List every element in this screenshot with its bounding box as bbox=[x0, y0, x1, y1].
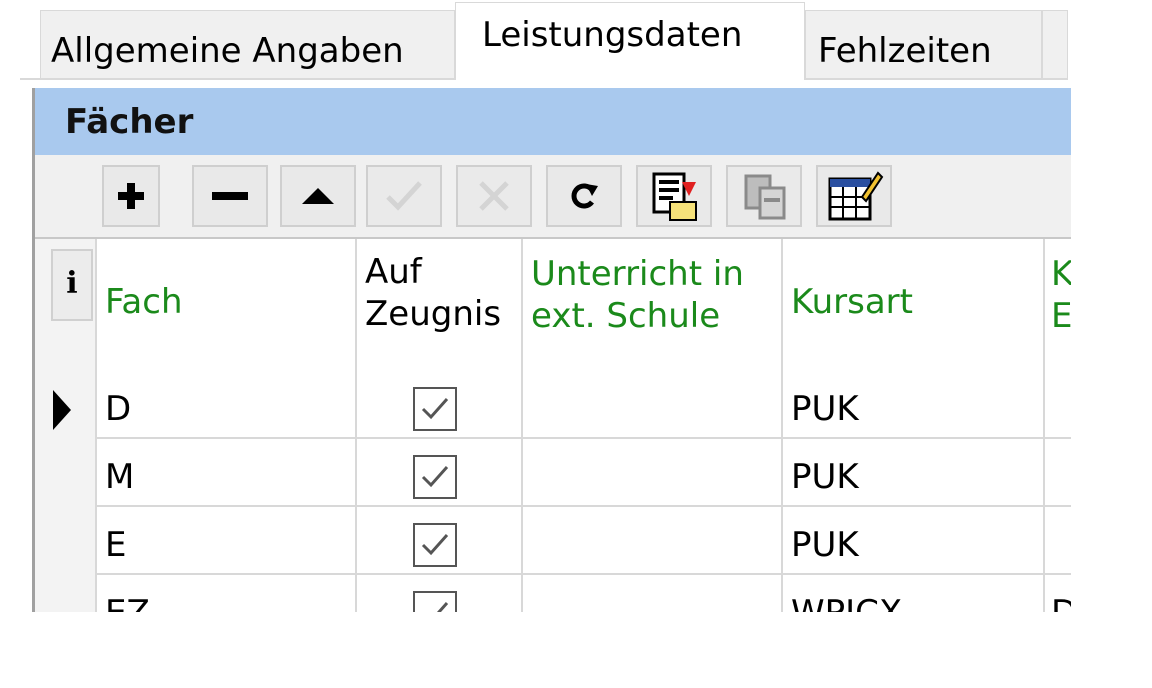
plus-icon bbox=[118, 183, 144, 209]
row-divider bbox=[95, 505, 1071, 507]
tab-allgemeine-angaben[interactable]: Allgemeine Angaben bbox=[40, 10, 455, 78]
column-header-truncated[interactable]: K E bbox=[1051, 239, 1071, 367]
cell-fach[interactable]: D bbox=[105, 389, 131, 429]
row-divider bbox=[95, 573, 1071, 575]
auf-zeugnis-checkbox[interactable] bbox=[413, 523, 457, 567]
edit-table-button[interactable] bbox=[816, 165, 892, 227]
info-button[interactable]: i bbox=[51, 249, 93, 321]
column-header-auf-zeugnis[interactable]: Auf Zeugnis bbox=[365, 239, 525, 367]
cell-kursart[interactable]: PUK bbox=[791, 389, 859, 429]
check-icon bbox=[424, 602, 449, 612]
refresh-button[interactable] bbox=[546, 165, 622, 227]
remove-button[interactable] bbox=[192, 165, 268, 227]
row-divider bbox=[95, 437, 1071, 439]
check-icon bbox=[421, 534, 449, 556]
cell-fach[interactable]: M bbox=[105, 457, 134, 497]
grid-line bbox=[781, 239, 783, 612]
check-icon bbox=[386, 181, 422, 211]
cell-kursart[interactable]: PUK bbox=[791, 525, 859, 565]
cell-fach[interactable]: E bbox=[105, 525, 126, 565]
auf-zeugnis-checkbox[interactable] bbox=[413, 455, 457, 499]
refresh-icon bbox=[571, 183, 598, 209]
toolbar bbox=[35, 155, 1071, 239]
copy-icon bbox=[744, 174, 786, 220]
import-button[interactable] bbox=[636, 165, 712, 227]
column-header-line: K bbox=[1051, 253, 1071, 295]
cell-kursart[interactable]: PUK bbox=[791, 457, 859, 497]
cancel-button[interactable] bbox=[456, 165, 532, 227]
cell-kursart[interactable]: WPICX bbox=[791, 593, 902, 612]
cell-fach[interactable]: EZ bbox=[105, 593, 150, 612]
panel-title: Fächer bbox=[35, 88, 1071, 155]
column-header-unterricht-ext-schule[interactable]: Unterricht in ext. Schule bbox=[531, 239, 781, 367]
auf-zeugnis-checkbox[interactable] bbox=[413, 591, 457, 612]
auf-zeugnis-checkbox[interactable] bbox=[413, 387, 457, 431]
column-header-line: Zeugnis bbox=[365, 294, 502, 334]
column-header-line: ext. Schule bbox=[531, 296, 721, 336]
triangle-up-icon bbox=[302, 188, 334, 204]
move-up-button[interactable] bbox=[280, 165, 356, 227]
tab-leistungsdaten[interactable]: Leistungsdaten bbox=[455, 2, 805, 80]
minus-icon bbox=[212, 192, 248, 200]
column-header-kursart[interactable]: Kursart bbox=[791, 239, 1041, 367]
faecher-panel: Fächer i Fach Auf Zeugnis Unterricht in … bbox=[32, 88, 1071, 612]
copy-button[interactable] bbox=[726, 165, 802, 227]
document-import-icon bbox=[652, 172, 697, 221]
column-header-line: Unterricht in bbox=[531, 254, 744, 294]
x-icon bbox=[479, 181, 509, 211]
column-header-fach[interactable]: Fach bbox=[105, 239, 345, 367]
check-icon bbox=[421, 466, 449, 488]
grid-line bbox=[355, 239, 357, 612]
column-header-line: E bbox=[1051, 296, 1071, 336]
subjects-grid: i Fach Auf Zeugnis Unterricht in ext. Sc… bbox=[35, 239, 1071, 612]
tab-overflow[interactable] bbox=[1042, 10, 1068, 78]
check-icon bbox=[421, 398, 449, 420]
current-row-arrow-icon bbox=[53, 390, 71, 430]
confirm-button[interactable] bbox=[366, 165, 442, 227]
grid-line bbox=[95, 239, 97, 612]
column-header-line: Auf bbox=[365, 252, 422, 292]
add-button[interactable] bbox=[102, 165, 160, 227]
cell-truncated[interactable]: D bbox=[1051, 593, 1071, 612]
table-edit-icon bbox=[828, 171, 884, 221]
tab-fehlzeiten[interactable]: Fehlzeiten bbox=[805, 10, 1042, 78]
grid-line bbox=[1043, 239, 1045, 612]
